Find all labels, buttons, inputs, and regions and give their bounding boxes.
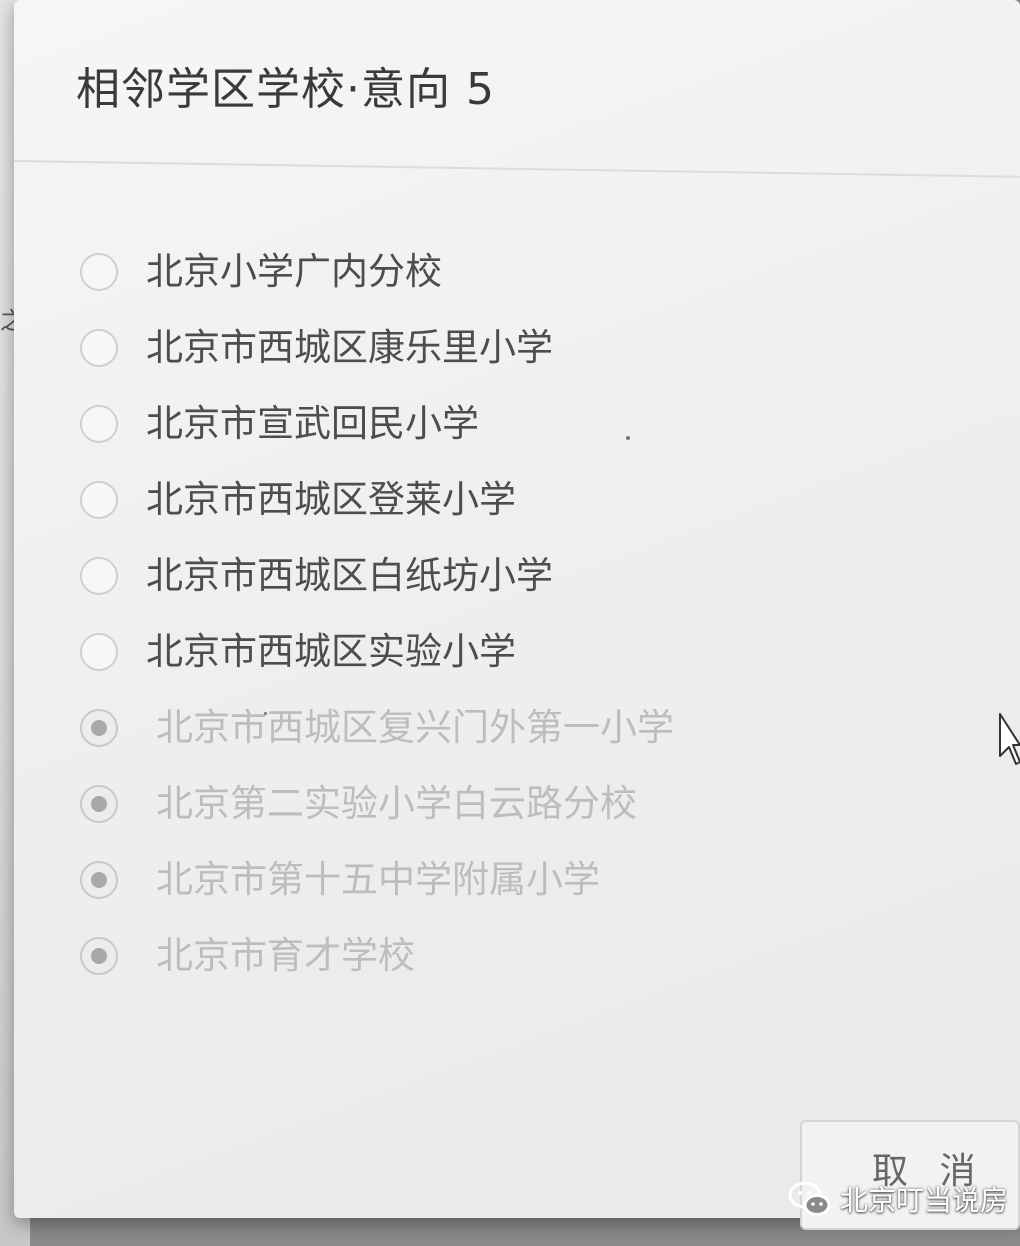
radio-button[interactable] [80, 557, 118, 595]
school-option[interactable]: 北京市西城区实验小学 [14, 615, 1020, 691]
school-option[interactable]: 北京市西城区白纸坊小学 [14, 539, 1020, 615]
school-option-label: 北京小学广内分校 [146, 250, 442, 293]
school-option-label: 北京第二实验小学白云路分校 [156, 782, 637, 825]
school-option-label: 北京市西城区康乐里小学 [146, 326, 553, 369]
radio-button-checked [80, 709, 118, 747]
school-option[interactable]: 北京市西城区登莱小学 [14, 463, 1020, 539]
radio-button[interactable] [80, 253, 118, 291]
radio-button-checked [80, 861, 118, 899]
school-option-list: 北京小学广内分校 北京市西城区康乐里小学 北京市宣武回民小学 北京市西城区登莱小… [14, 235, 1020, 995]
radio-button-checked [80, 937, 118, 975]
watermark-text: 北京叮当说房 [840, 1185, 1009, 1216]
school-option-label: 北京市第十五中学附属小学 [156, 858, 600, 901]
school-option-label: 北京市育才学校 [156, 934, 415, 977]
radio-button[interactable] [80, 329, 118, 367]
mouse-cursor-icon [999, 713, 1020, 765]
school-option-label: 北京市西城区复兴门外第一小学 [156, 706, 674, 749]
screen-speck [626, 436, 630, 440]
school-option-label: 北京市西城区实验小学 [146, 630, 516, 673]
school-preference-dialog: 相邻学区学校·意向 5 北京小学广内分校 北京市西城区康乐里小学 北京市宣武回民… [14, 0, 1020, 1218]
radio-button[interactable] [80, 481, 118, 519]
school-option[interactable]: 北京小学广内分校 [14, 235, 1020, 311]
radio-button[interactable] [80, 405, 118, 443]
dialog-title: 相邻学区学校·意向 5 [76, 64, 495, 115]
school-option-disabled: 北京市育才学校 [14, 919, 1020, 995]
radio-button-checked [80, 785, 118, 823]
school-option-disabled: 北京第二实验小学白云路分校 [14, 767, 1020, 843]
school-option-disabled: 北京市西城区复兴门外第一小学 [14, 691, 1020, 767]
dialog-header: 相邻学区学校·意向 5 [14, 0, 1020, 160]
school-option-disabled: 北京市第十五中学附属小学 [14, 843, 1020, 919]
school-option-label: 北京市西城区白纸坊小学 [146, 554, 553, 597]
watermark: 北京叮当说房 [788, 1176, 1008, 1222]
school-option[interactable]: 北京市西城区康乐里小学 [14, 311, 1020, 387]
wechat-icon [788, 1181, 831, 1216]
school-option-label: 北京市西城区登莱小学 [146, 478, 516, 521]
header-divider [14, 160, 1020, 178]
school-option[interactable]: 北京市宣武回民小学 [14, 387, 1020, 463]
backdrop-text-fragment: 之 [0, 307, 14, 335]
school-option-label: 北京市宣武回民小学 [146, 402, 479, 445]
radio-button[interactable] [80, 633, 118, 671]
screen-speck [264, 712, 267, 715]
